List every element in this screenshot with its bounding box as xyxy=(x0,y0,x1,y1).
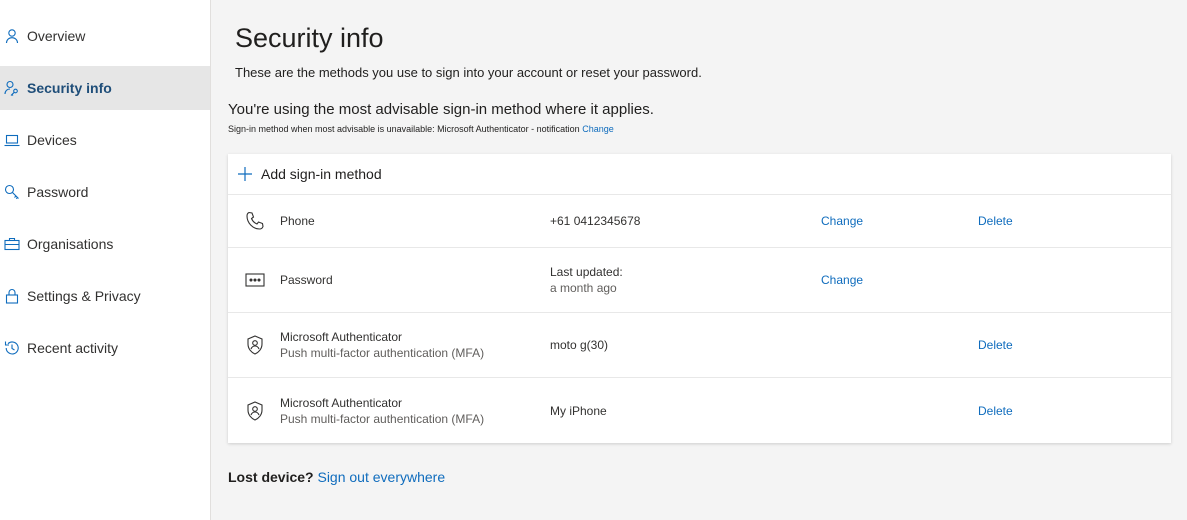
method-detail: moto g(30) xyxy=(550,338,609,352)
page-title: Security info xyxy=(235,23,384,53)
sidebar-item-label: Password xyxy=(27,184,89,200)
delete-authenticator-link[interactable]: Delete xyxy=(978,404,1013,418)
sidebar-item-security-info[interactable]: Security info xyxy=(0,66,210,110)
plus-icon xyxy=(237,166,253,182)
default-method-note: Sign-in method when most advisable is un… xyxy=(228,124,1172,134)
sign-out-everywhere-link[interactable]: Sign out everywhere xyxy=(317,469,445,485)
sidebar-item-label: Settings & Privacy xyxy=(27,288,141,304)
methods-card: Add sign-in method Phone +61 0412345678 … xyxy=(228,154,1171,443)
method-type-text: Push multi-factor authentication (MFA) xyxy=(280,411,485,426)
sidebar-item-label: Devices xyxy=(27,132,77,148)
method-name: Microsoft Authenticator Push multi-facto… xyxy=(280,395,484,427)
method-detail: Last updated: a month ago xyxy=(550,264,623,296)
person-key-icon xyxy=(4,80,20,96)
method-name-text: Microsoft Authenticator xyxy=(280,395,403,410)
add-sign-in-method-label: Add sign-in method xyxy=(261,166,382,182)
method-name: Phone xyxy=(280,214,315,228)
authenticator-icon xyxy=(244,400,266,422)
sidebar-item-settings-privacy[interactable]: Settings & Privacy xyxy=(0,274,210,318)
change-default-method-link[interactable]: Change xyxy=(582,124,614,134)
method-row-phone: Phone +61 0412345678 Change Delete xyxy=(228,195,1171,248)
lock-icon xyxy=(4,288,20,304)
page-subtitle: These are the methods you use to sign in… xyxy=(235,65,702,80)
delete-authenticator-link[interactable]: Delete xyxy=(978,338,1013,352)
change-phone-link[interactable]: Change xyxy=(821,214,863,228)
default-method-text: Sign-in method when most advisable is un… xyxy=(228,124,580,134)
method-row-password: Password Last updated: a month ago Chang… xyxy=(228,248,1171,313)
advisable-method-text: You're using the most advisable sign-in … xyxy=(228,101,654,118)
sidebar-item-organisations[interactable]: Organisations xyxy=(0,222,210,266)
last-updated-label: Last updated: xyxy=(550,265,623,279)
method-name: Microsoft Authenticator Push multi-facto… xyxy=(280,329,484,361)
sidebar-item-password[interactable]: Password xyxy=(0,170,210,214)
delete-phone-link[interactable]: Delete xyxy=(978,214,1013,228)
phone-icon xyxy=(244,210,266,232)
method-type-text: Push multi-factor authentication (MFA) xyxy=(280,346,485,360)
sidebar-item-label: Organisations xyxy=(27,236,114,252)
method-row-authenticator: Microsoft Authenticator Push multi-facto… xyxy=(228,378,1171,443)
method-name: Password xyxy=(280,273,333,287)
sidebar-item-label: Recent activity xyxy=(27,340,119,356)
briefcase-icon xyxy=(4,236,20,252)
last-updated-value: a month ago xyxy=(550,281,617,295)
sidebar-item-overview[interactable]: Overview xyxy=(0,14,210,58)
history-icon xyxy=(4,340,20,356)
key-icon xyxy=(4,184,20,200)
password-icon xyxy=(244,269,266,291)
lost-device-section: Lost device? Sign out everywhere xyxy=(228,469,1172,485)
add-sign-in-method-button[interactable]: Add sign-in method xyxy=(228,154,1171,195)
sidebar-item-label: Security info xyxy=(27,80,112,96)
main-content: Security info These are the methods you … xyxy=(228,0,1172,485)
method-detail: +61 0412345678 xyxy=(550,214,641,228)
method-name-text: Microsoft Authenticator xyxy=(280,330,403,344)
sidebar-item-recent-activity[interactable]: Recent activity xyxy=(0,326,210,370)
lost-device-label: Lost device? xyxy=(228,469,314,485)
method-row-authenticator: Microsoft Authenticator Push multi-facto… xyxy=(228,313,1171,378)
sidebar-item-devices[interactable]: Devices xyxy=(0,118,210,162)
sidebar-item-label: Overview xyxy=(27,28,86,44)
person-icon xyxy=(4,28,20,44)
laptop-icon xyxy=(4,132,20,148)
method-detail: My iPhone xyxy=(550,403,607,418)
change-password-link[interactable]: Change xyxy=(821,273,863,287)
sidebar-nav: Overview Security info Devices Password … xyxy=(0,0,211,520)
authenticator-icon xyxy=(244,334,266,356)
